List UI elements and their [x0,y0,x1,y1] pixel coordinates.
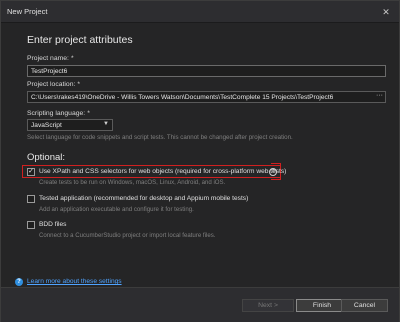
required-mark: * [77,81,81,88]
tested-application-hint: Add an application executable and config… [39,206,194,213]
bdd-files-hint: Connect to a CucumberStudio project or i… [39,232,216,239]
scripting-language-label: Scripting language: * [27,110,90,117]
learn-more-link[interactable]: Learn more about these settings [27,278,122,285]
new-project-dialog: New Project ✕ Enter project attributes P… [0,0,400,322]
scripting-language-select[interactable]: JavaScript ▼ [27,119,113,131]
dialog-content: Enter project attributes Project name: * … [1,24,399,286]
close-icon[interactable]: ✕ [379,5,393,19]
project-location-label: Project location: * [27,81,81,88]
tested-application-checkbox[interactable] [27,195,35,203]
optional-section-title: Optional: [27,152,66,163]
title-bar: New Project ✕ [1,1,399,23]
xpath-css-label[interactable]: Use XPath and CSS selectors for web obje… [39,168,286,175]
window-title: New Project [7,7,48,16]
scripting-language-value: JavaScript [31,122,62,129]
page-heading: Enter project attributes [27,34,133,46]
help-icon[interactable]: ? [269,168,277,176]
scripting-language-hint: Select language for code snippets and sc… [27,134,293,141]
dialog-footer: Next > Finish Cancel [1,287,399,322]
project-name-label: Project name: * [27,55,74,62]
info-icon: ? [15,278,23,286]
bdd-files-checkbox[interactable] [27,221,35,229]
required-mark: * [70,55,74,62]
project-location-value: C:\Users\rakes419\OneDrive - Willis Towe… [31,94,334,101]
tested-application-label[interactable]: Tested application (recommended for desk… [39,195,248,202]
browse-button[interactable]: ··· [376,92,383,99]
bdd-files-label[interactable]: BDD files [39,221,66,228]
cancel-button[interactable]: Cancel [341,299,388,312]
xpath-css-hint: Create tests to be run on Windows, macOS… [39,179,226,186]
chevron-down-icon: ▼ [103,121,109,127]
required-mark: * [87,110,90,117]
next-button[interactable]: Next > [242,299,294,312]
xpath-css-checkbox[interactable]: ✓ [27,168,35,176]
project-name-input[interactable]: TestProject6 [27,65,386,77]
project-location-input[interactable]: C:\Users\rakes419\OneDrive - Willis Towe… [27,91,386,103]
